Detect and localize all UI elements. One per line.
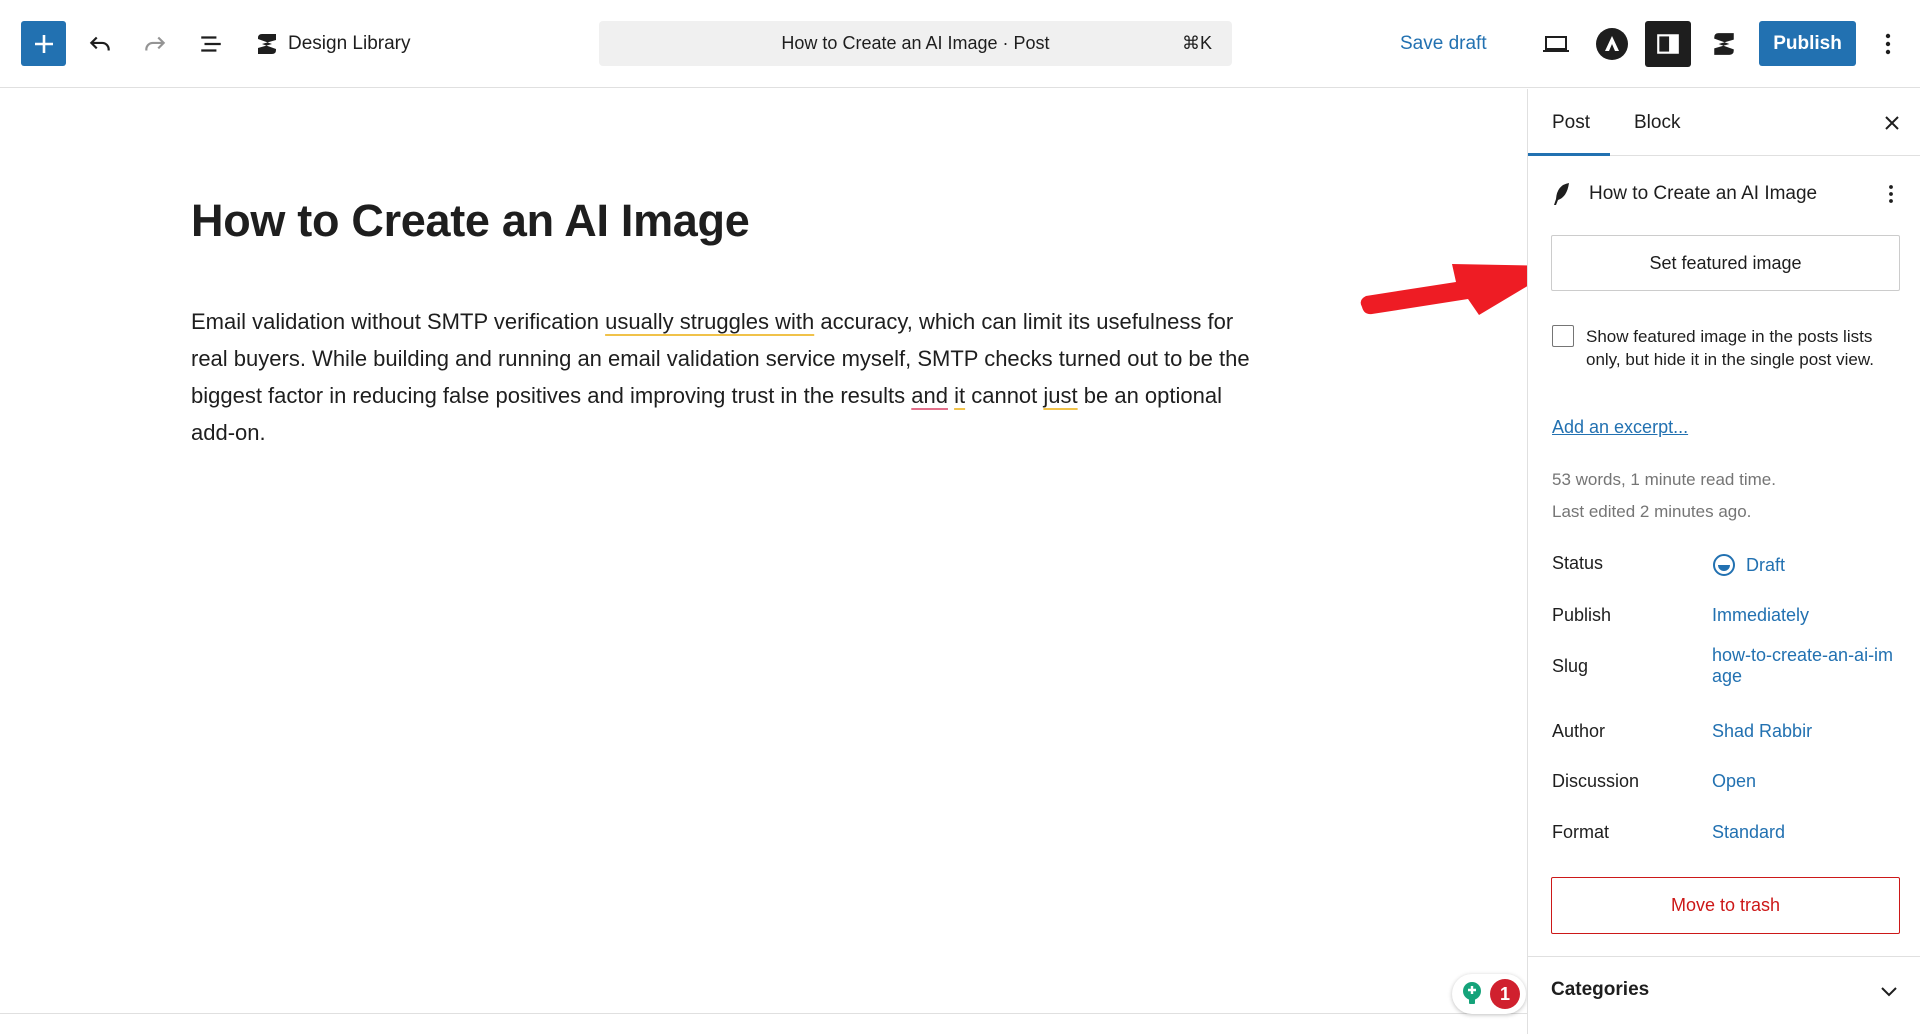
close-sidebar-button[interactable] xyxy=(1876,107,1908,139)
plus-icon xyxy=(34,34,53,53)
list-view-icon xyxy=(201,36,221,52)
desktop-preview-icon xyxy=(1543,36,1569,52)
format-value-button[interactable]: Standard xyxy=(1712,822,1897,843)
more-vertical-icon xyxy=(1889,185,1893,203)
format-label: Format xyxy=(1552,822,1610,842)
preview-button[interactable] xyxy=(1534,22,1578,66)
post-summary-title: How to Create an AI Image xyxy=(1589,183,1818,204)
close-icon xyxy=(1885,116,1899,130)
status-label: Status xyxy=(1552,553,1604,573)
post-feather-icon xyxy=(1554,183,1569,205)
add-excerpt-link[interactable]: Add an excerpt... xyxy=(1552,417,1688,438)
categories-panel-toggle[interactable]: Categories xyxy=(1528,956,1920,1034)
options-menu-button[interactable] xyxy=(1868,22,1908,66)
stackable-logo-icon xyxy=(1714,33,1734,55)
sidebar-tabs: Post Block xyxy=(1528,89,1920,156)
grammar-issue-count-badge: 1 xyxy=(1490,979,1520,1009)
post-summary-header: How to Create an AI Image xyxy=(1551,179,1901,209)
publish-button[interactable]: Publish xyxy=(1759,21,1856,66)
stackable-logo-icon xyxy=(258,34,276,54)
author-label: Author xyxy=(1552,721,1606,741)
command-shortcut: ⌘K xyxy=(1181,33,1212,53)
settings-sidebar: Post Block How to Create an AI Image Set… xyxy=(1527,89,1920,1034)
design-library-button[interactable]: Design Library xyxy=(256,22,411,66)
publish-label: Publish xyxy=(1552,605,1612,625)
chevron-down-icon xyxy=(1874,977,1904,1007)
grammar-lightbulb-icon xyxy=(1463,982,1481,1004)
editor-top-toolbar: Design Library How to Create an AI Image… xyxy=(0,0,1920,88)
add-block-button[interactable] xyxy=(21,21,66,66)
set-featured-image-button[interactable]: Set featured image xyxy=(1551,235,1900,291)
astra-logo-icon xyxy=(1596,28,1628,60)
featured-image-visibility-label: Show featured image in the posts lists o… xyxy=(1586,327,1874,369)
paragraph-text: Email validation without SMTP verificati… xyxy=(191,309,606,334)
redo-button[interactable] xyxy=(133,22,177,66)
undo-icon xyxy=(89,36,110,51)
draft-status-icon xyxy=(1713,554,1735,576)
discussion-label: Discussion xyxy=(1552,771,1640,791)
slug-value-button[interactable]: how-to-create-an-ai-image xyxy=(1712,645,1897,687)
status-value-button[interactable]: Draft xyxy=(1712,553,1897,577)
post-title[interactable]: How to Create an AI Image xyxy=(191,195,750,247)
post-actions-menu-button[interactable] xyxy=(1876,179,1906,209)
sidebar-icon xyxy=(1657,34,1679,54)
undo-button[interactable] xyxy=(78,22,122,66)
active-tab-indicator xyxy=(1528,153,1610,156)
categories-label: Categories xyxy=(1551,979,1650,1000)
design-library-label: Design Library xyxy=(288,33,411,54)
grammar-suggestion-highlight[interactable]: usually struggles with xyxy=(605,309,814,334)
paragraph-text: cannot xyxy=(965,383,1044,408)
editor-canvas: How to Create an AI Image Email validati… xyxy=(0,89,1527,1014)
document-overview-button[interactable] xyxy=(189,22,233,66)
move-to-trash-button[interactable]: Move to trash xyxy=(1551,877,1900,934)
author-value-button[interactable]: Shad Rabbir xyxy=(1712,721,1897,742)
grammar-suggestion-highlight[interactable]: it xyxy=(954,383,965,408)
post-meta-info: 53 words, 1 minute read time. Last edite… xyxy=(1552,464,1776,528)
status-value: Draft xyxy=(1746,554,1786,575)
grammar-checker-widget[interactable]: 1 xyxy=(1452,974,1526,1014)
publish-date-button[interactable]: Immediately xyxy=(1712,605,1897,626)
grammar-suggestion-highlight[interactable]: just xyxy=(1043,383,1077,408)
discussion-value-button[interactable]: Open xyxy=(1712,771,1897,792)
stackable-settings-button[interactable] xyxy=(1702,22,1746,66)
last-edited: Last edited 2 minutes ago. xyxy=(1552,502,1752,521)
settings-sidebar-toggle[interactable] xyxy=(1645,21,1691,67)
astra-settings-button[interactable] xyxy=(1590,22,1634,66)
spelling-error-highlight[interactable]: and xyxy=(911,383,948,408)
save-draft-button[interactable]: Save draft xyxy=(1400,22,1487,66)
more-vertical-icon xyxy=(1885,33,1891,55)
canvas-bottom-divider xyxy=(0,1013,1527,1014)
tab-block[interactable]: Block xyxy=(1634,89,1680,156)
word-count: 53 words, 1 minute read time. xyxy=(1552,470,1776,489)
redo-icon xyxy=(145,36,166,51)
command-bar-title: How to Create an AI Image · Post xyxy=(781,33,1050,53)
tab-post[interactable]: Post xyxy=(1552,89,1590,156)
featured-image-visibility-checkbox[interactable] xyxy=(1552,325,1574,347)
slug-label: Slug xyxy=(1552,656,1589,676)
paragraph-block[interactable]: Email validation without SMTP verificati… xyxy=(191,303,1251,451)
command-palette-bar[interactable]: How to Create an AI Image · Post ⌘K xyxy=(599,21,1232,66)
